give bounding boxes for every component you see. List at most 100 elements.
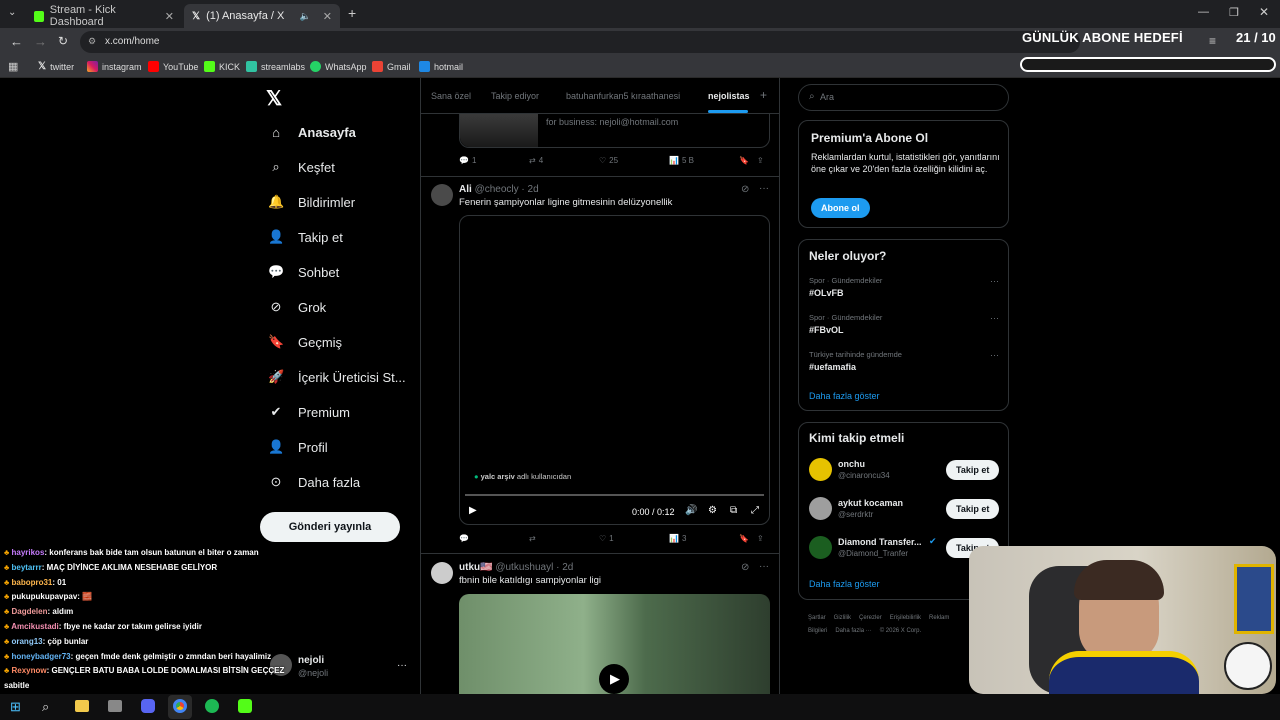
bookmark-icon[interactable]: 🔖 <box>739 156 757 165</box>
grok-icon[interactable]: ⊘ <box>741 184 749 195</box>
bookmark-kick[interactable]: KICK <box>204 61 240 72</box>
footer-link[interactable]: Şartlar <box>808 615 826 621</box>
chat-username[interactable]: orang13 <box>11 637 42 646</box>
footer-link[interactable]: Gizlilik <box>834 615 851 621</box>
bookmark-youtube[interactable]: YouTube <box>148 61 198 72</box>
avatar[interactable] <box>431 184 453 206</box>
bookmark-gmail[interactable]: Gmail <box>372 61 411 72</box>
reload-icon[interactable]: ↻ <box>58 34 68 48</box>
views-button[interactable]: 📊 5 B <box>669 156 739 165</box>
search-input[interactable]: ⌕ Ara <box>798 84 1009 111</box>
app-icon[interactable] <box>108 700 122 712</box>
like-button[interactable]: ♡ 1 <box>599 534 669 543</box>
add-tab-icon[interactable]: + <box>760 88 767 102</box>
share-icon[interactable]: ⇪ <box>757 534 764 543</box>
nav-item-profil[interactable]: 👤 Profil <box>268 437 328 457</box>
avatar[interactable] <box>809 497 832 520</box>
who-show-more[interactable]: Daha fazla göster <box>809 579 880 589</box>
bookmark-whatsapp[interactable]: WhatsApp <box>310 61 367 72</box>
author-name[interactable]: Ali <box>459 184 472 195</box>
nav-item-grok[interactable]: ⊘ Grok <box>268 297 327 317</box>
discord-icon[interactable] <box>141 699 155 713</box>
author-name[interactable]: utku <box>459 562 480 573</box>
x-logo-icon[interactable]: 𝕏 <box>266 86 282 111</box>
more-icon[interactable]: ··· <box>759 561 769 572</box>
play-icon[interactable]: ▶ <box>469 505 477 516</box>
reply-button[interactable]: 💬 <box>459 534 529 543</box>
bookmark-hotmail[interactable]: hotmail <box>419 61 463 72</box>
browser-tab-kick[interactable]: Stream - Kick Dashboard ✕ <box>26 4 182 28</box>
play-button[interactable]: ▶ <box>599 664 629 694</box>
nav-item-daha-fazla[interactable]: ⊙ Daha fazla <box>268 472 361 492</box>
grok-icon[interactable]: ⊘ <box>741 562 749 573</box>
bookmark-instagram[interactable]: instagram <box>87 61 142 72</box>
retweet-button[interactable]: ⇄ <box>529 534 599 543</box>
apps-grid-icon[interactable]: ▦ <box>8 60 18 73</box>
close-icon[interactable]: ✕ <box>323 10 332 23</box>
tab-list-kiraathane[interactable]: batuhanfurkan5 kıraathanesi <box>566 91 680 101</box>
retweet-button[interactable]: ⇄ 4 <box>529 156 599 165</box>
more-icon[interactable]: ··· <box>990 350 999 360</box>
chat-username[interactable]: babopro31 <box>11 578 52 587</box>
restore-icon[interactable]: ❐ <box>1229 6 1239 19</box>
bookmark-twitter[interactable]: 𝕏twitter <box>38 61 74 72</box>
footer-link[interactable]: Daha fazla ··· <box>835 628 871 634</box>
subscribe-button[interactable]: Abone ol <box>811 198 870 218</box>
windows-start-icon[interactable]: ⊞ <box>10 699 21 715</box>
tab-following[interactable]: Takip ediyor <box>491 91 539 101</box>
bookmark-streamlabs[interactable]: streamlabs <box>246 61 305 72</box>
trend-item[interactable]: Spor · Gündemdekiler #FBvOL ··· <box>809 313 999 335</box>
avatar[interactable] <box>431 562 453 584</box>
tab-for-you[interactable]: Sana özel <box>431 91 471 101</box>
trend-item[interactable]: Türkiye tarihinde gündemde #uefamafia ··· <box>809 350 999 372</box>
chat-username[interactable]: Rexynow <box>11 666 46 675</box>
who-name[interactable]: Diamond Transfer... <box>838 537 922 547</box>
footer-link[interactable]: Erişilebilirlik <box>890 615 921 621</box>
trends-show-more[interactable]: Daha fazla göster <box>809 391 880 401</box>
close-window-icon[interactable]: ✕ <box>1259 5 1269 19</box>
nav-item-i-çerik-üreticisi-st-[interactable]: 🚀 İçerik Üreticisi St... <box>268 367 406 387</box>
back-icon[interactable]: ← <box>10 34 23 49</box>
more-icon[interactable]: ··· <box>759 183 769 194</box>
chat-username[interactable]: pukupukupavpav <box>11 592 77 601</box>
nav-item-sohbet[interactable]: 💬 Sohbet <box>268 262 339 282</box>
chat-username[interactable]: Dagdelen <box>11 607 47 616</box>
minimize-icon[interactable]: — <box>1198 6 1209 18</box>
nav-item-takip-et[interactable]: 👤 Takip et <box>268 227 343 247</box>
footer-link[interactable]: © 2026 X Corp. <box>880 628 921 634</box>
nav-item-anasayfa[interactable]: ⌂ Anasayfa <box>268 122 356 142</box>
link-card[interactable]: for business: nejoli@hotmail.com <box>459 114 770 148</box>
search-icon[interactable]: ⌕ <box>42 699 49 715</box>
author-handle[interactable]: @utkushuayl · 2d <box>495 562 573 573</box>
who-item[interactable]: aykut kocaman @serdrktr Takip et <box>809 497 1001 523</box>
follow-button[interactable]: Takip et <box>946 499 1000 519</box>
more-icon[interactable]: ··· <box>990 313 999 323</box>
nav-item-geçmiş[interactable]: 🔖 Geçmiş <box>268 332 342 352</box>
trend-item[interactable]: Spor · Gündemdekiler #OLvFB ··· <box>809 276 999 298</box>
who-name[interactable]: onchu <box>838 459 865 469</box>
new-tab-icon[interactable]: + <box>348 5 356 21</box>
author-handle[interactable]: @cheocly · 2d <box>475 184 539 195</box>
bookmark-icon[interactable]: 🔖 <box>739 534 757 543</box>
who-name[interactable]: aykut kocaman <box>838 498 903 508</box>
tab-list-nejolistas[interactable]: nejolistas <box>708 91 750 101</box>
fullscreen-icon[interactable]: ⤢ <box>751 505 759 516</box>
chat-username[interactable]: Amcikustadi <box>11 622 59 631</box>
video-scrubber[interactable] <box>465 494 764 496</box>
more-icon[interactable]: ··· <box>990 276 999 286</box>
footer-link[interactable]: Çerezler <box>859 615 882 621</box>
avatar[interactable] <box>809 458 832 481</box>
file-explorer-icon[interactable] <box>75 700 89 712</box>
kick-icon[interactable] <box>238 699 252 713</box>
video-thumbnail[interactable]: ▶ <box>459 594 770 694</box>
browser-tab-x[interactable]: 𝕏 (1) Anasayfa / X 🔈 ✕ <box>184 4 340 28</box>
follow-button[interactable]: Takip et <box>946 460 1000 480</box>
like-button[interactable]: ♡ 25 <box>599 156 669 165</box>
nav-item-premium[interactable]: ✔ Premium <box>268 402 350 422</box>
media-queue-icon[interactable]: ≡ <box>1209 34 1216 48</box>
more-icon[interactable]: ··· <box>397 660 407 671</box>
chat-username[interactable]: honeybadger73 <box>11 652 70 661</box>
share-icon[interactable]: ⇪ <box>757 156 764 165</box>
chat-username[interactable]: hayrikos <box>11 548 44 557</box>
site-info-icon[interactable]: ⚙ <box>88 36 96 47</box>
